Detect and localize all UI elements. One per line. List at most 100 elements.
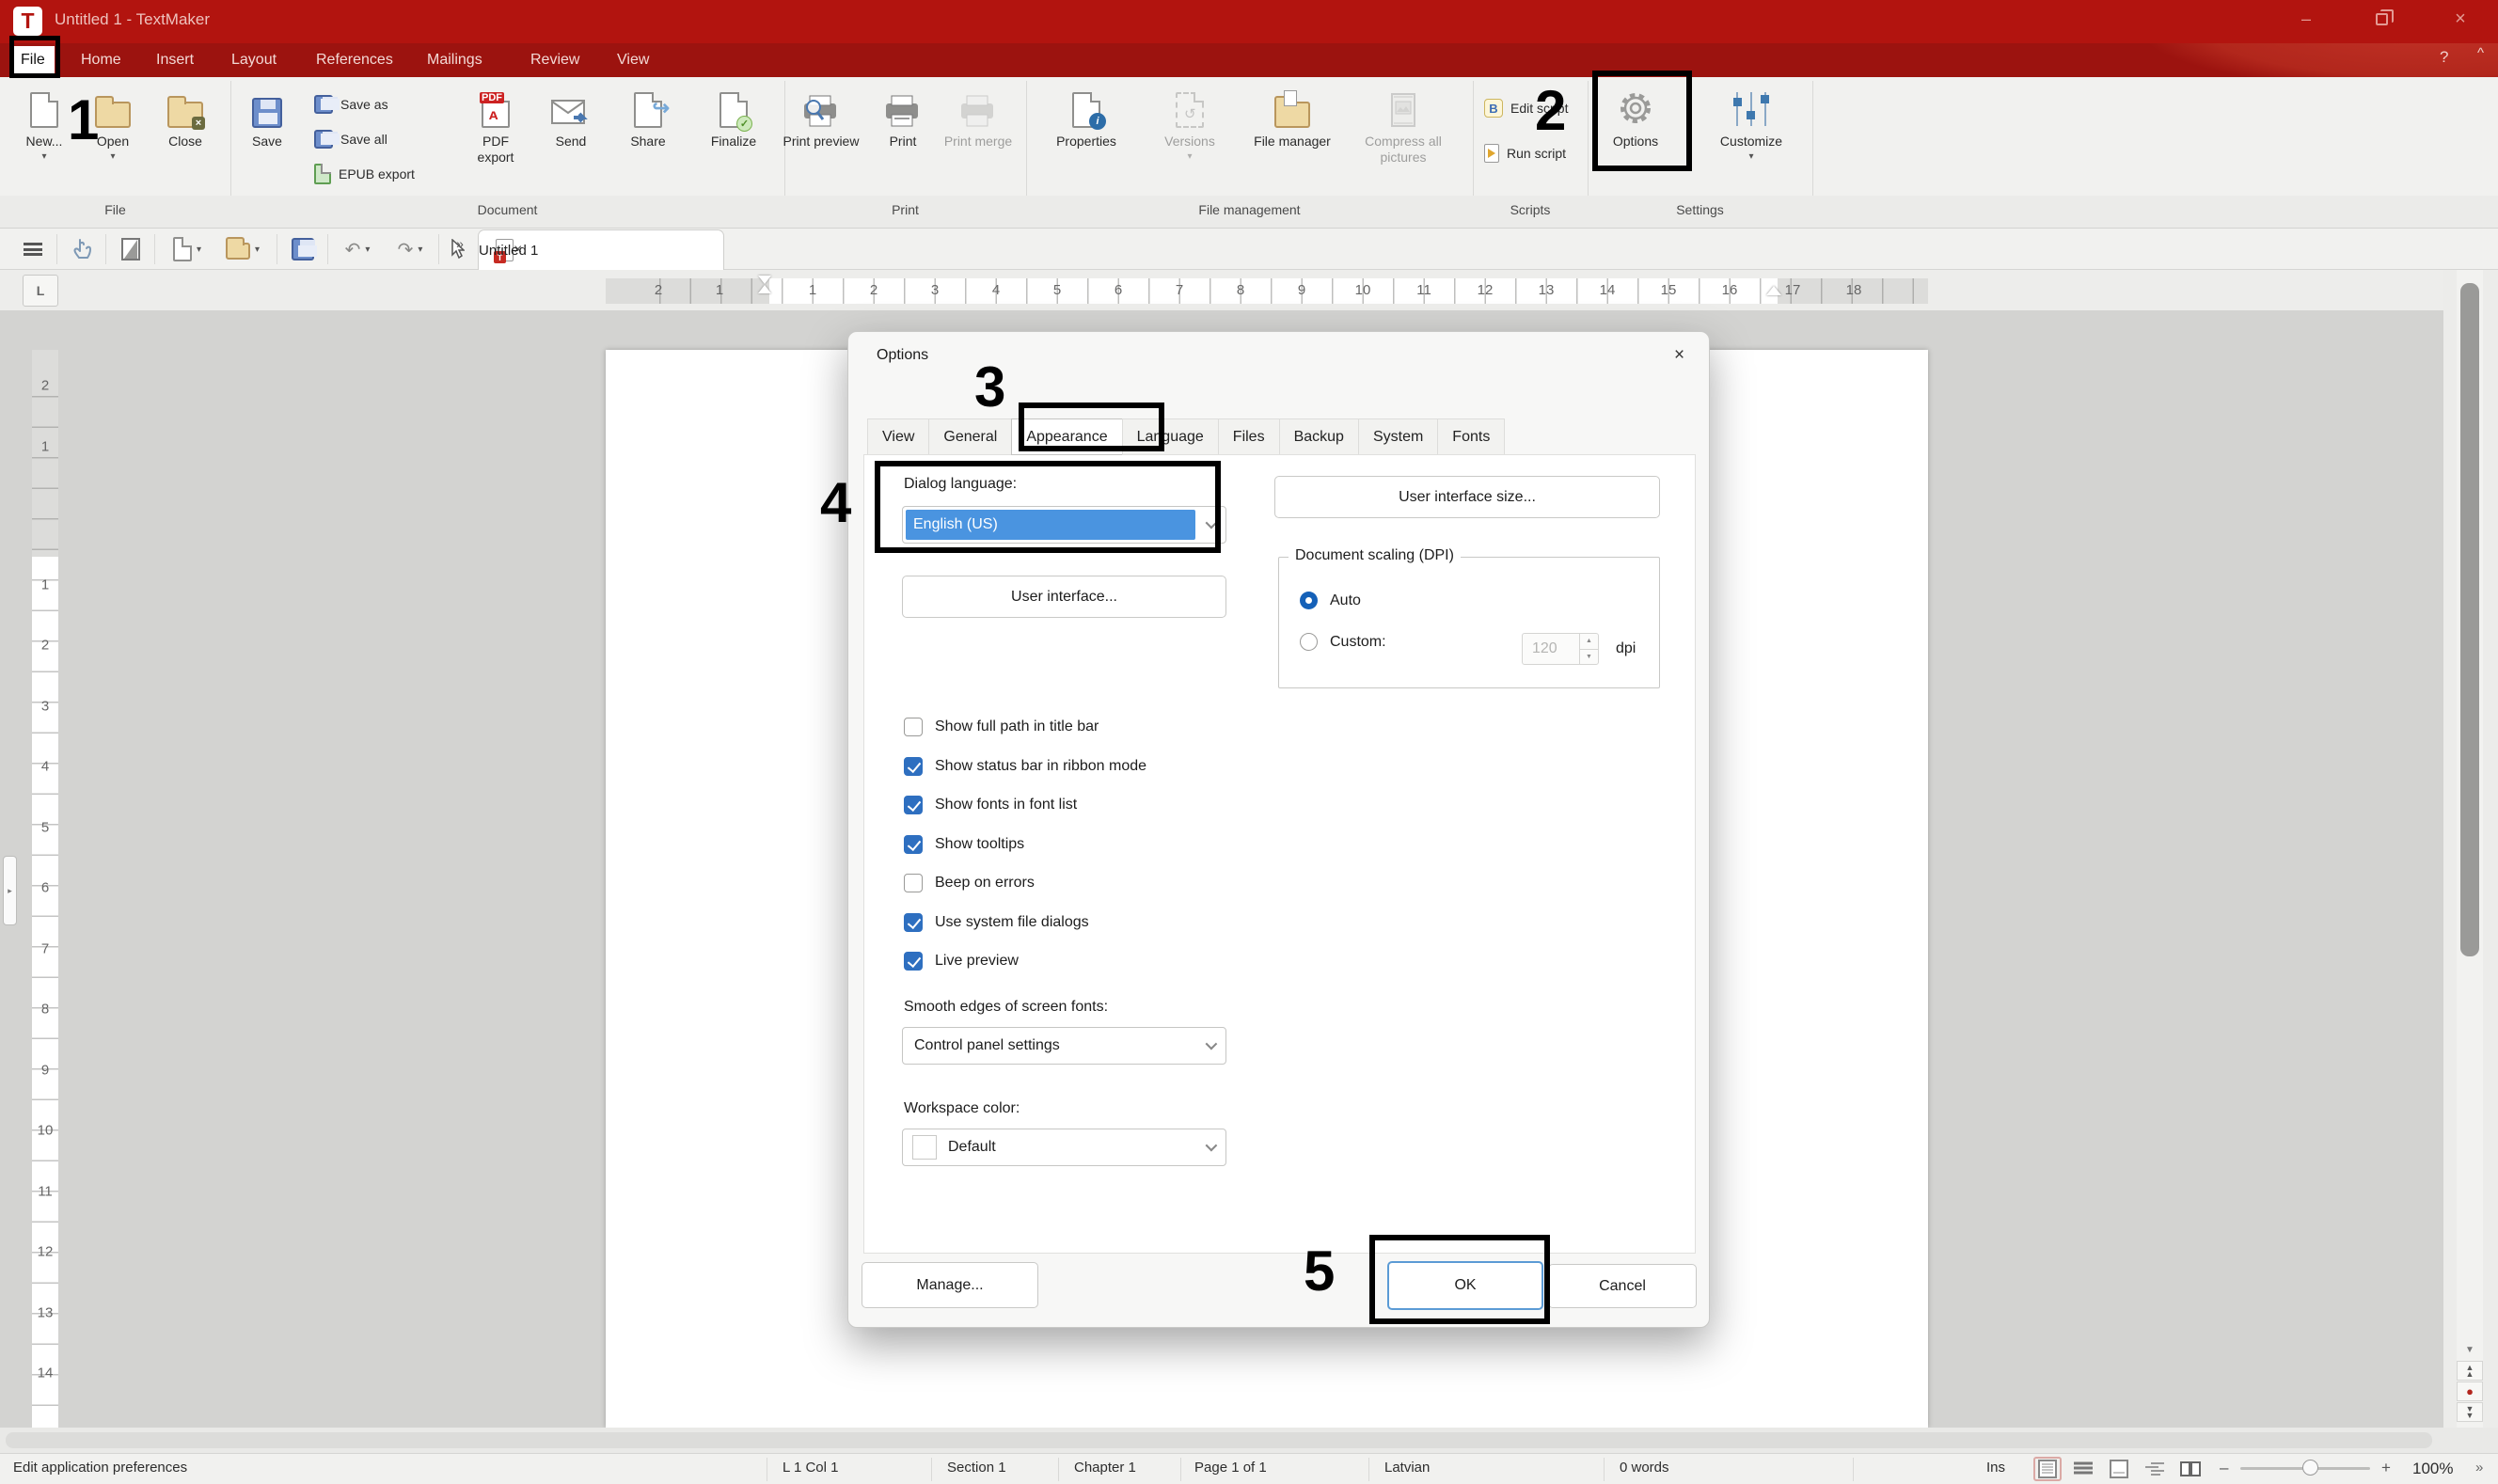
redo-icon[interactable]: ↷▾ [387,234,433,264]
spin-up-icon[interactable]: ▲ [1580,634,1598,650]
ribbon-button-pdf-export[interactable]: PDFᴀ PDF export [463,85,529,194]
checkbox[interactable] [904,757,923,776]
save-icon[interactable] [286,234,320,264]
help-icon[interactable]: ? [2440,48,2448,67]
ribbon-button-options[interactable]: Options [1597,85,1674,194]
radio-custom[interactable]: Custom: [1300,633,1386,651]
dialog-language-select[interactable]: English (US) [902,506,1226,544]
next-page-button[interactable]: ▼▼ [2457,1402,2483,1422]
browse-object-button[interactable]: ● [2457,1381,2483,1401]
close-window-button[interactable]: × [2430,0,2490,38]
user-interface-size-button[interactable]: User interface size... [1274,476,1660,518]
radio-button[interactable] [1300,592,1318,609]
menu-home[interactable]: Home [71,46,131,74]
ribbon-button-properties[interactable]: i Properties [1044,85,1129,194]
menu-file[interactable]: File [11,46,55,74]
previous-page-button[interactable]: ▲▲ [2457,1361,2483,1381]
ribbon-button-print[interactable]: Print [873,85,933,194]
ok-button[interactable]: OK [1387,1261,1543,1310]
menu-review[interactable]: Review [521,46,589,74]
menu-mailings[interactable]: Mailings [418,46,492,74]
page-view-icon[interactable] [2033,1457,2062,1481]
checkbox-show-tooltips[interactable]: Show tooltips [904,832,1024,857]
checkbox-show-fonts[interactable]: Show fonts in font list [904,793,1077,817]
checkbox[interactable] [904,952,923,971]
tab-fonts[interactable]: Fonts [1437,418,1505,455]
checkbox[interactable] [904,718,923,736]
undo-icon[interactable]: ↶▾ [335,234,380,264]
tab-system[interactable]: System [1358,418,1437,455]
checkbox-show-status-bar[interactable]: Show status bar in ribbon mode [904,754,1146,779]
ribbon-button-epub-export[interactable]: EPUB export [314,160,415,188]
zoom-in-icon[interactable]: + [2381,1459,2391,1477]
ribbon-button-save-as[interactable]: Save as [314,90,388,118]
status-chapter[interactable]: Chapter 1 [1074,1460,1136,1476]
zoom-out-icon[interactable]: – [2220,1459,2228,1477]
tab-appearance[interactable]: Appearance [1011,418,1121,455]
menu-references[interactable]: References [307,46,403,74]
tab-stop-selector[interactable]: L [23,275,58,307]
status-overflow-icon[interactable]: » [2475,1460,2483,1476]
collapse-ribbon-icon[interactable]: ^ [2477,45,2484,61]
radio-button[interactable] [1300,633,1318,651]
checkbox-live-preview[interactable]: Live preview [904,949,1019,973]
checkbox[interactable] [904,835,923,854]
sidebar-toggle-icon[interactable] [115,234,147,264]
checkbox-beep-on-errors[interactable]: Beep on errors [904,871,1035,895]
book-view-icon[interactable] [2176,1457,2205,1481]
checkbox[interactable] [904,874,923,892]
dpi-spinner[interactable]: 120 ▲▼ [1522,633,1599,665]
minimize-button[interactable]: – [2276,0,2336,38]
open-folder-icon[interactable]: ▾ [218,234,267,264]
menu-insert[interactable]: Insert [147,46,203,74]
spinner-buttons[interactable]: ▲▼ [1579,634,1598,664]
status-insert-mode[interactable]: Ins [1986,1460,2005,1476]
normal-view-icon[interactable] [2069,1457,2097,1481]
scrollbar-thumb[interactable] [6,1432,2432,1448]
spin-down-icon[interactable]: ▼ [1580,650,1598,665]
status-language[interactable]: Latvian [1384,1460,1430,1476]
status-position[interactable]: L 1 Col 1 [783,1460,838,1476]
zoom-level[interactable]: 100% [2412,1460,2453,1478]
left-indent-marker[interactable] [758,285,771,293]
toolbar-overflow-icon[interactable]: » [448,229,472,259]
horizontal-scrollbar[interactable] [0,1428,2498,1453]
smooth-fonts-select[interactable]: Control panel settings [902,1027,1226,1065]
checkbox[interactable] [904,913,923,932]
ribbon-button-run-script[interactable]: Run script [1484,139,1566,167]
ribbon-button-finalize[interactable]: ✓ Finalize [698,85,769,194]
left-panel-handle[interactable]: ▸ [3,856,17,925]
ribbon-button-close[interactable]: × Close [150,85,220,194]
scroll-down-icon[interactable]: ▼ [2457,1344,2483,1357]
tab-general[interactable]: General [928,418,1011,455]
menu-layout[interactable]: Layout [222,46,286,74]
fullscreen-view-icon[interactable] [2105,1457,2133,1481]
horizontal-ruler[interactable]: 2 1 1 2 3 4 5 6 7 8 9 10 11 12 13 14 15 … [606,278,1928,304]
menu-view[interactable]: View [608,46,658,74]
ribbon-button-new[interactable]: New... ▾ [13,85,75,194]
radio-auto[interactable]: Auto [1300,592,1361,609]
scrollbar-thumb[interactable] [2460,283,2479,956]
document-tab[interactable]: Untitled 1 × [478,229,724,270]
status-section[interactable]: Section 1 [947,1460,1006,1476]
tab-view[interactable]: View [867,418,928,455]
ribbon-button-send[interactable]: Send [542,85,600,194]
zoom-slider-thumb[interactable] [2302,1460,2318,1476]
new-document-icon[interactable]: ▾ [166,234,209,264]
ribbon-button-file-manager[interactable]: File manager [1253,85,1332,194]
dialog-close-icon[interactable]: × [1674,345,1684,366]
manage-button[interactable]: Manage... [862,1262,1038,1308]
tab-backup[interactable]: Backup [1279,418,1358,455]
ribbon-button-save-all[interactable]: Save all [314,125,387,153]
ribbon-button-share[interactable]: ↪ Share [617,85,679,194]
restore-button[interactable] [2351,0,2411,38]
tab-language[interactable]: Language [1122,418,1218,455]
checkbox-show-full-path[interactable]: Show full path in title bar [904,715,1099,739]
checkbox[interactable] [904,796,923,814]
outline-view-icon[interactable] [2141,1457,2169,1481]
status-word-count[interactable]: 0 words [1620,1460,1669,1476]
status-page[interactable]: Page 1 of 1 [1194,1460,1267,1476]
ribbon-button-save[interactable]: Save [241,85,293,194]
sidebar-menu-icon[interactable] [17,234,49,264]
right-indent-marker[interactable] [1766,286,1781,295]
